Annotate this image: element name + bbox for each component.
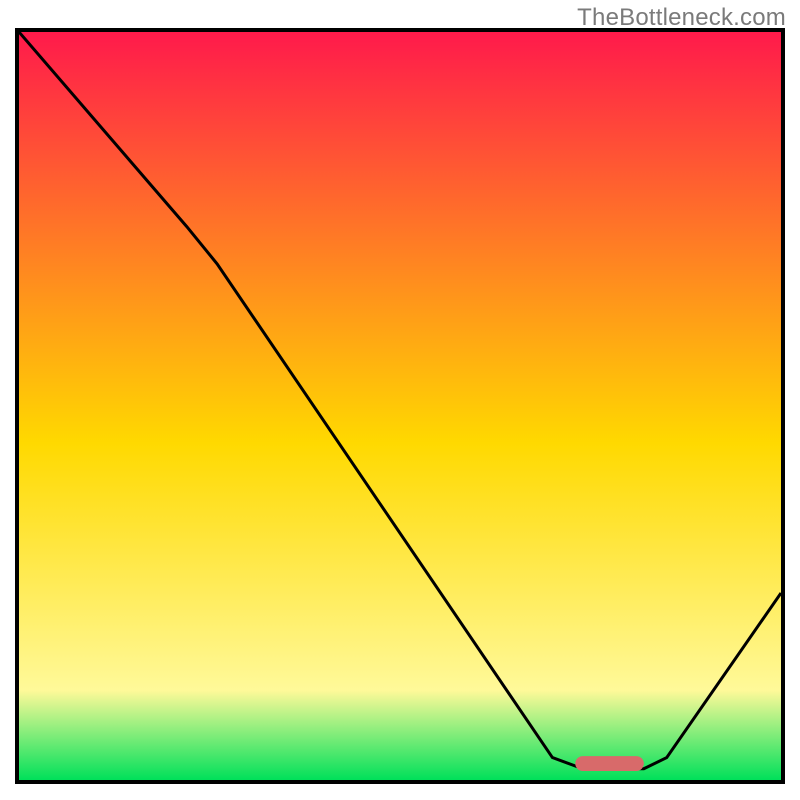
gradient-background — [19, 32, 781, 780]
chart-frame: TheBottleneck.com — [0, 0, 800, 800]
optimal-marker — [575, 756, 644, 771]
bottleneck-chart — [19, 32, 781, 780]
watermark-text: TheBottleneck.com — [577, 4, 786, 32]
